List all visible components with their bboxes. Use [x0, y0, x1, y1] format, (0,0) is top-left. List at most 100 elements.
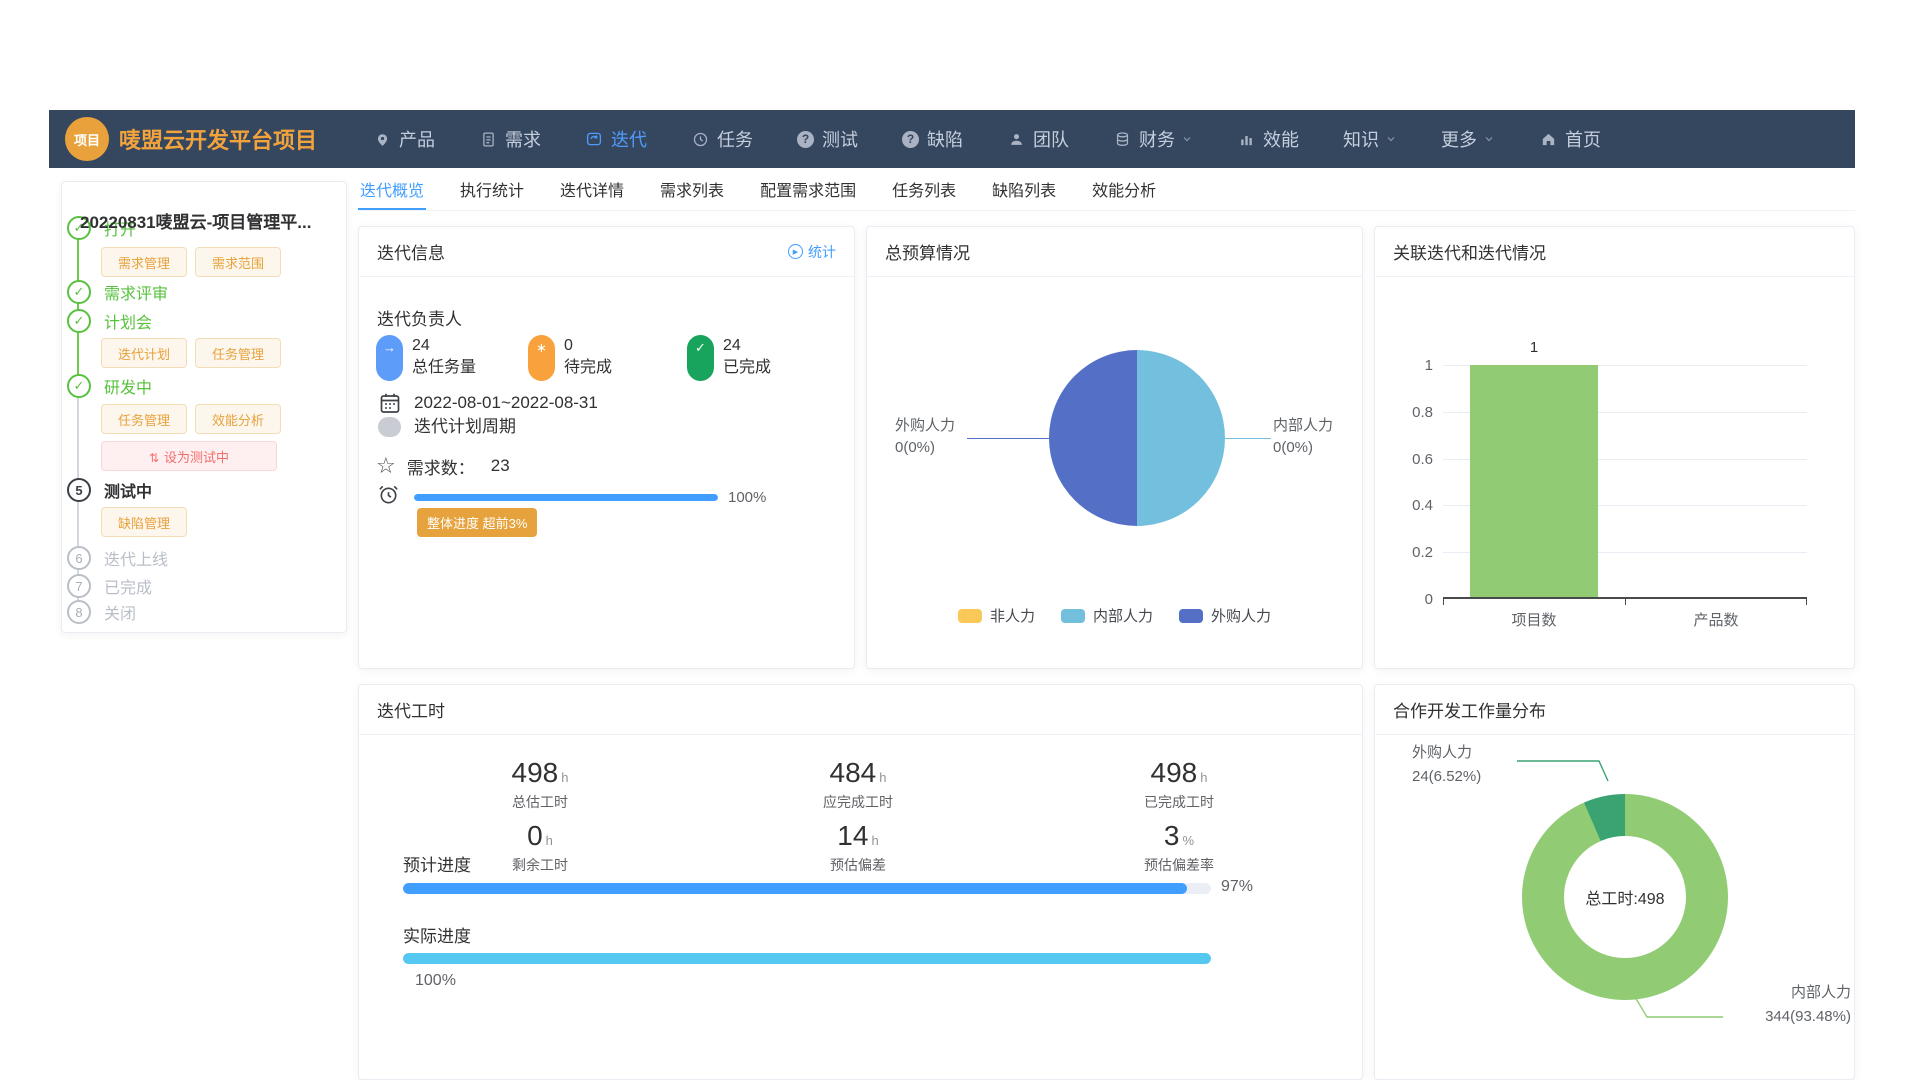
budget-legend: 非人力 内部人力 外购人力 [867, 605, 1362, 626]
nav-item-task[interactable]: 任务 [691, 126, 753, 152]
tab-iteration-detail[interactable]: 迭代详情 [558, 173, 626, 210]
bar-value-label: 1 [1504, 339, 1564, 356]
step-closed[interactable]: 8 关闭 [67, 600, 136, 624]
card-title: 关联迭代和迭代情况 [1393, 239, 1546, 264]
pie-leader-line [1225, 438, 1271, 439]
statistics-link[interactable]: ▶ 统计 [788, 242, 836, 262]
chevron-down-icon [1385, 133, 1397, 145]
tab-requirement-list[interactable]: 需求列表 [658, 173, 726, 210]
actual-progress-bar [403, 953, 1211, 964]
hours-column-finished: 498h 已完成工时 3% 预估偏差率 [1079, 757, 1279, 875]
nav-item-test[interactable]: ? 测试 [797, 126, 858, 152]
relation-bar-chart: 1 项目数 产品数 [1443, 365, 1807, 599]
nav-item-team[interactable]: 团队 [1007, 126, 1069, 152]
clock-icon [691, 130, 709, 148]
nav-item-requirement[interactable]: 需求 [479, 126, 541, 152]
nav-item-label: 团队 [1033, 126, 1069, 152]
set-testing-button[interactable]: ⇅设为测试中 [101, 441, 277, 471]
nav-item-product[interactable]: 产品 [373, 126, 435, 152]
user-icon [1007, 130, 1025, 148]
tab-config-requirement-scope[interactable]: 配置需求范围 [758, 173, 858, 210]
expected-progress-percent: 97% [1221, 878, 1253, 896]
legend-item-internal[interactable]: 内部人力 [1061, 605, 1153, 626]
card-header: 迭代信息 ▶ 统计 [359, 227, 854, 277]
card-header: 关联迭代和迭代情况 [1375, 227, 1854, 277]
task-manage-button[interactable]: 任务管理 [195, 338, 281, 368]
task-manage-button[interactable]: 任务管理 [101, 404, 187, 434]
stat-value: 0 [564, 335, 612, 357]
iteration-plan-button[interactable]: 迭代计划 [101, 338, 187, 368]
step-iteration-online[interactable]: 6 迭代上线 [67, 546, 168, 570]
nav-item-label: 首页 [1565, 126, 1601, 152]
project-logo: 项目 [65, 117, 109, 161]
legend-item-nonhuman[interactable]: 非人力 [958, 605, 1035, 626]
iteration-period: 2022-08-01~2022-08-31 迭代计划周期 [376, 391, 598, 439]
y-axis-tick: 1 [1383, 357, 1433, 374]
bar-project-count [1470, 365, 1598, 597]
workflow-panel: 20220831唛盟云-项目管理平... ✓ 打开 需求管理 需求范围 ✓ 需求… [61, 181, 347, 633]
actual-progress-label: 实际进度 [403, 922, 471, 947]
step-testing[interactable]: 5 测试中 [67, 478, 152, 502]
database-icon [1113, 130, 1131, 148]
step-planning-meeting[interactable]: ✓ 计划会 [67, 309, 152, 333]
step-completed[interactable]: 7 已完成 [67, 574, 152, 598]
distribution-card: 合作开发工作量分布 总工时:498 外购人力 24(6.52%) 内部人力 34… [1374, 684, 1855, 1080]
nav-item-label: 财务 [1139, 126, 1175, 152]
step-label: 迭代上线 [104, 546, 168, 570]
star-icon: ☆ [376, 453, 396, 479]
efficiency-analysis-button[interactable]: 效能分析 [195, 404, 281, 434]
tab-defect-list[interactable]: 缺陷列表 [990, 173, 1058, 210]
demand-value: 23 [491, 456, 510, 476]
requirement-scope-button[interactable]: 需求范围 [195, 247, 281, 277]
step-label: 已完成 [104, 574, 152, 598]
project-logo-text: 项目 [74, 130, 100, 149]
requirement-manage-button[interactable]: 需求管理 [101, 247, 187, 277]
question-circle-icon: ? [902, 131, 919, 148]
tab-task-list[interactable]: 任务列表 [890, 173, 958, 210]
nav-item-efficiency[interactable]: 效能 [1237, 126, 1299, 152]
tab-efficiency-analysis[interactable]: 效能分析 [1090, 173, 1158, 210]
stat-pending: ∗ 0 待完成 [528, 335, 612, 381]
hours-column-due: 484h 应完成工时 14h 预估偏差 [758, 757, 958, 875]
stepper-line-done [77, 228, 79, 386]
pie-callout-outsourced: 外购人力 0(0%) [895, 415, 955, 459]
step-developing[interactable]: ✓ 研发中 [67, 374, 152, 398]
x-tick-mark [1625, 599, 1626, 605]
nav-item-iteration[interactable]: 迭代 [585, 126, 647, 152]
check-pill-icon: ✓ [687, 335, 714, 381]
nav-item-more[interactable]: 更多 [1441, 126, 1495, 152]
y-axis-tick: 0.2 [1383, 544, 1433, 561]
nav-item-home[interactable]: 首页 [1539, 126, 1601, 152]
y-axis-tick: 0 [1383, 591, 1433, 608]
nav-item-label: 测试 [822, 126, 858, 152]
budget-pie-chart [1049, 350, 1225, 526]
card-header: 总预算情况 [867, 227, 1362, 277]
tab-execution-stats[interactable]: 执行统计 [458, 173, 526, 210]
document-icon [479, 130, 497, 148]
stat-label: 已完成 [723, 357, 771, 379]
nav-item-knowledge[interactable]: 知识 [1343, 126, 1397, 152]
arrow-right-pill-icon: → [376, 335, 403, 381]
x-tick-mark [1443, 599, 1444, 605]
nav-item-defect[interactable]: ? 缺陷 [902, 126, 963, 152]
capsule-shape [378, 417, 401, 437]
step-number-icon: 6 [67, 546, 91, 570]
stat-label: 总任务量 [412, 357, 476, 379]
tab-iteration-overview[interactable]: 迭代概览 [358, 173, 426, 210]
nav-item-label: 知识 [1343, 126, 1379, 152]
nav-item-label: 效能 [1263, 126, 1299, 152]
stat-total-tasks: → 24 总任务量 [376, 335, 476, 381]
brand-title: 唛盟云开发平台项目 [119, 123, 317, 155]
progress-fill [414, 494, 718, 501]
legend-swatch [958, 609, 982, 623]
legend-item-outsourced[interactable]: 外购人力 [1179, 605, 1271, 626]
legend-swatch [1061, 609, 1085, 623]
progress-percent: 100% [728, 489, 766, 506]
defect-manage-button[interactable]: 缺陷管理 [101, 507, 187, 537]
iteration-info-card: 迭代信息 ▶ 统计 迭代负责人 → 24 总任务量 ∗ 0 待完成 ✓ 24 [358, 226, 855, 669]
home-icon [1539, 130, 1557, 148]
workflow-project-title[interactable]: 20220831唛盟云-项目管理平... [80, 208, 338, 233]
nav-item-finance[interactable]: 财务 [1113, 126, 1193, 152]
step-requirement-review[interactable]: ✓ 需求评审 [67, 280, 168, 304]
card-title: 迭代信息 [377, 239, 445, 264]
